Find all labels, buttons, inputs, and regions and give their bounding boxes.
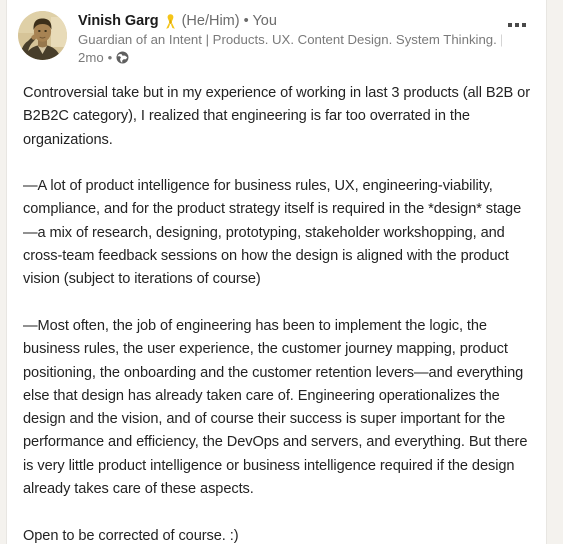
post-author-info: Vinish Garg (He/Him) • You Guardian of a… [67,11,502,66]
ellipsis-dot [522,23,526,27]
ellipsis-dot [508,23,512,27]
author-name-row: Vinish Garg (He/Him) • You [78,12,502,30]
post-card: Vinish Garg (He/Him) • You Guardian of a… [6,0,547,544]
meta-separator: • [107,50,113,65]
post-header: Vinish Garg (He/Him) • You Guardian of a… [7,0,546,66]
author-pronouns-relation: (He/Him) • You [181,13,277,29]
globe-icon [116,51,129,64]
post-paragraph: Controversial take but in my experience … [23,85,530,148]
post-paragraph: —Most often, the job of engineering has … [23,317,528,498]
post-overflow-menu-button[interactable] [502,13,532,37]
post-content: Controversial take but in my experience … [7,66,546,544]
post-timestamp: 2mo [78,50,104,65]
author-name[interactable]: Vinish Garg [78,12,159,30]
ellipsis-dot [515,23,519,27]
linkedin-post-screen: Vinish Garg (He/Him) • You Guardian of a… [0,0,563,544]
post-paragraph: —A lot of product intelligence for busin… [23,178,522,288]
author-headline: Guardian of an Intent | Products. UX. Co… [78,32,502,47]
post-paragraph: Open to be corrected of course. :) [23,527,239,544]
post-meta-row: 2mo • [78,49,502,66]
ribbon-icon [164,13,177,30]
avatar[interactable] [18,11,67,60]
